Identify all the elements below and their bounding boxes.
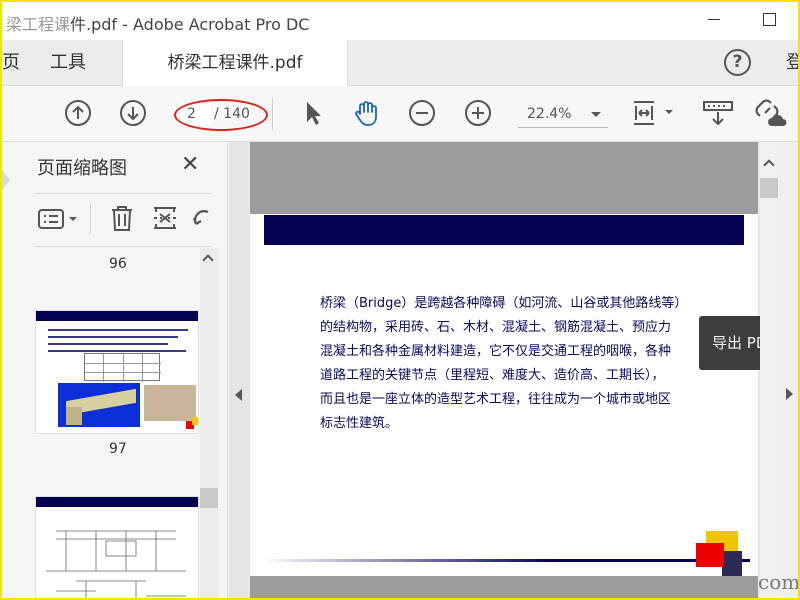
thumbnail-header-bar: [36, 311, 198, 321]
fit-page-icon: [634, 101, 673, 125]
watermark: com: [758, 570, 800, 594]
thumbnail-yellow-square: [192, 417, 198, 425]
tab-bar: 页 工具 桥梁工程课件.pdf ? 登: [2, 40, 798, 86]
paragraph-line: 的结构物，采用砖、石、木材、混凝土、钢筋混凝土、预应力: [320, 320, 672, 335]
scrollbar-thumb[interactable]: [200, 488, 218, 508]
thumbnail-table: [84, 353, 161, 382]
thumbnail-bridge-image: [58, 383, 140, 427]
paragraph-line: 而且也是一座立体的造型艺术工程，往往成为一个城市或地区: [320, 392, 672, 407]
decor-navy-square: [722, 551, 742, 577]
delete-icon: [112, 206, 132, 231]
pdf-page: 桥梁（Bridge）是跨越各种障碍（如河流、山谷或其他路线等） 的结构物，采用砖…: [250, 142, 758, 598]
divider: [34, 246, 211, 247]
scroll-mode-button[interactable]: [702, 99, 734, 127]
paragraph-line: 道路工程的关键节点（里程短、难度大、造价高、工期长），: [320, 368, 665, 383]
decor-red-square: [696, 543, 724, 567]
options-menu-button[interactable]: [38, 208, 82, 234]
thumbnail-page-label: 96: [109, 256, 127, 272]
divider: [90, 204, 91, 234]
tab-home[interactable]: 页: [2, 40, 20, 86]
minimize-button[interactable]: [705, 8, 735, 32]
previous-page-button[interactable]: [64, 99, 92, 127]
window-title-text: 件.pdf - Adobe Acrobat Pro DC: [70, 15, 310, 34]
delete-page-button[interactable]: [110, 204, 134, 236]
tab-document[interactable]: 桥梁工程课件.pdf: [122, 40, 348, 86]
chevron-down-icon[interactable]: [591, 112, 601, 117]
zoom-in-button[interactable]: [464, 99, 492, 127]
hand-tool-button[interactable]: [353, 99, 381, 127]
tab-tools[interactable]: 工具: [50, 40, 86, 86]
thumbnail-drawing: [46, 530, 186, 598]
zoom-out-icon: [409, 100, 435, 126]
scroll-up-icon[interactable]: [763, 159, 775, 171]
thumbnail-list: 96 97: [2, 248, 220, 598]
thumbnail-panel: 页面缩略图 ✕ 96 97: [2, 142, 228, 598]
fit-page-button[interactable]: [632, 99, 676, 127]
paragraph-line: 桥梁（Bridge）是跨越各种障碍（如河流、山谷或其他路线等）: [320, 296, 688, 311]
thumbnail-scrollbar[interactable]: [200, 248, 218, 598]
panel-pointer: [2, 170, 10, 190]
scroll-mode-icon: [703, 101, 733, 126]
hand-tool-icon: [355, 101, 377, 126]
paragraph-line: 混凝土和各种金属材料建造，它不仅是交通工程的咽喉，各种: [320, 344, 672, 359]
divider: [34, 193, 211, 194]
page-footer-line: [260, 559, 750, 562]
thumbnail-page-label: 97: [109, 441, 127, 457]
select-tool-button[interactable]: [299, 99, 327, 127]
thumbnail-page-98[interactable]: [35, 496, 199, 598]
maximize-button[interactable]: [760, 8, 790, 32]
document-view[interactable]: 桥梁（Bridge）是跨越各种障碍（如河流、山谷或其他路线等） 的结构物，采用砖…: [229, 142, 760, 598]
close-icon[interactable]: ✕: [181, 154, 199, 176]
collapse-left-panel-icon[interactable]: [235, 389, 242, 401]
window-title-prefix: 梁工程课: [6, 15, 71, 34]
thumbnail-photo: [144, 385, 196, 421]
next-page-button[interactable]: [119, 99, 147, 127]
paragraph-line: 标志性建筑。: [320, 416, 399, 431]
toolbar: 2 / 140 22.4%: [2, 86, 798, 142]
panel-title: 页面缩略图: [37, 158, 127, 179]
page-paragraph: 桥梁（Bridge）是跨越各种障碍（如河流、山谷或其他路线等） 的结构物，采用砖…: [320, 292, 700, 436]
page-footer-gray: [250, 576, 758, 598]
expand-right-pane-icon[interactable]: [786, 388, 793, 400]
extract-page-button[interactable]: [152, 204, 178, 236]
document-scrollbar[interactable]: [760, 142, 778, 598]
annotation-oval: [174, 99, 268, 131]
rotate-icon: [192, 210, 209, 225]
login-button[interactable]: 登: [786, 40, 798, 86]
zoom-out-button[interactable]: [408, 99, 436, 127]
toolbar-separator: [272, 98, 273, 130]
rotate-page-button[interactable]: [192, 206, 212, 236]
thumbnail-toolbar: [34, 202, 211, 236]
next-page-icon: [120, 100, 146, 126]
thumbnail-header-bar: [36, 497, 198, 507]
title-bar: 梁工程课件.pdf - Adobe Acrobat Pro DC: [2, 2, 798, 40]
window-title: 梁工程课件.pdf - Adobe Acrobat Pro DC: [6, 11, 309, 35]
help-icon[interactable]: ?: [724, 49, 751, 76]
previous-page-icon: [65, 100, 91, 126]
right-pane-strip: [778, 142, 798, 598]
link-cloud-icon: [755, 99, 787, 126]
zoom-in-icon: [465, 100, 491, 126]
select-arrow-icon: [307, 102, 321, 125]
scroll-up-icon[interactable]: [202, 254, 214, 266]
thumbnail-page-97[interactable]: [35, 310, 199, 434]
page-title-bar: [264, 215, 744, 245]
scrollbar-thumb[interactable]: [760, 178, 778, 198]
page-header-gray: [250, 142, 758, 214]
app-window: 梁工程课件.pdf - Adobe Acrobat Pro DC 页 工具 桥梁…: [0, 0, 800, 600]
extract-icon: [154, 207, 176, 229]
share-link-button[interactable]: [754, 99, 790, 127]
options-menu-icon: [38, 209, 77, 229]
